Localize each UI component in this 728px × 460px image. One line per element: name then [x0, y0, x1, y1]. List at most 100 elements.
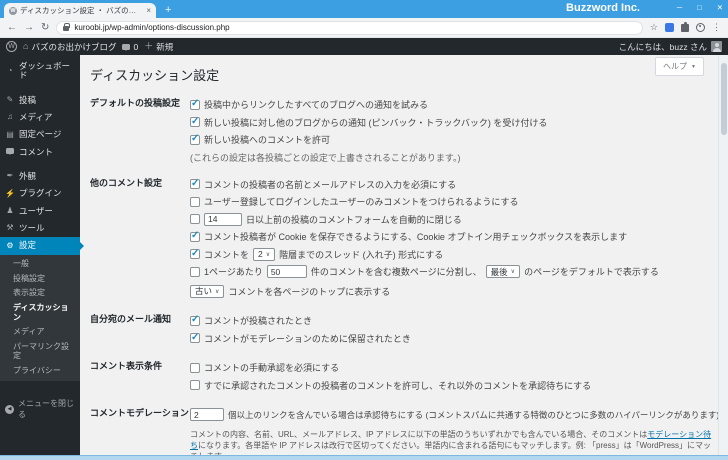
browser-tab[interactable]: W ディスカッション設定 ・ バズのお出かけ ×: [4, 3, 156, 18]
adminbar-account[interactable]: こんにちは、buzz さん: [619, 41, 722, 53]
collapse-menu-button[interactable]: ◀ メニューを閉じる: [0, 394, 80, 424]
admin-main: ◔ ダッシュボード ✎ 投稿 ♫ メディア ▤ 固定ページ コメント ✒ 外観 …: [0, 55, 728, 455]
sidebar-item-appearance[interactable]: ✒ 外観: [0, 168, 80, 185]
notify-linked-blogs-checkbox[interactable]: [190, 98, 200, 110]
url-text[interactable]: kuroobi.jp/wp-admin/options-discussion.p…: [74, 23, 229, 32]
scrollbar-thumb[interactable]: [720, 63, 727, 135]
tab-close-icon[interactable]: ×: [146, 6, 151, 15]
sidebar-item-dashboard[interactable]: ◔ ダッシュボード: [0, 58, 80, 85]
auto-close-comments-checkbox[interactable]: [190, 214, 200, 225]
extension-icon[interactable]: [665, 23, 674, 32]
desc-text: になります。各単語や IP アドレスは改行で区切ってください。単語内に含まれる語…: [190, 440, 712, 456]
settings-submenu: 一般 投稿設定 表示設定 ディスカッション メディア パーマリンク設定 プライバ…: [0, 254, 80, 382]
comments-per-page-input[interactable]: [266, 265, 307, 279]
sidebar-item-pages[interactable]: ▤ 固定ページ: [0, 126, 80, 143]
submenu-item-reading[interactable]: 表示設定: [0, 286, 80, 301]
threaded-comments-checkbox[interactable]: [190, 248, 200, 260]
checkbox-label[interactable]: コメントの投稿者の名前とメールアドレスの入力を必須にする: [204, 178, 456, 191]
setting-row: コメント投稿者が Cookie を保存できるようにする、Cookie オプトイン…: [190, 228, 710, 246]
site-name: バズのお出かけブログ: [31, 41, 117, 52]
checkbox-label[interactable]: 投稿中からリンクしたすべてのブログへの通知を試みる: [204, 98, 428, 111]
checkbox-label[interactable]: ユーザー登録してログインしたユーザーのみコメントをつけられるようにする: [204, 195, 518, 208]
row-text: 階層までのスレッド (入れ子) 形式にする: [279, 249, 444, 260]
section-label: コメントモデレーション: [90, 408, 189, 418]
adminbar-new-link[interactable]: ＋ 新規: [144, 41, 173, 53]
setting-row: すでに承認されたコメントの投稿者のコメントを許可し、それ以外のコメントを承認待ち…: [190, 377, 710, 395]
bookmark-star-icon[interactable]: ☆: [650, 22, 658, 33]
submenu-item-general[interactable]: 一般: [0, 257, 80, 272]
setting-row: 投稿中からリンクしたすべてのブログへの通知を試みる: [190, 96, 710, 114]
chevron-down-icon: ∨: [265, 251, 271, 258]
checkbox-label[interactable]: すでに承認されたコメントの投稿者のコメントを許可し、それ以外のコメントを承認待ち…: [204, 379, 591, 392]
section-rows: 個以上のリンクを含んでいる場合は承認待ちにする (コメントスパムに共通する特徴の…: [190, 406, 718, 455]
setting-row: コメントの投稿者の名前とメールアドレスの入力を必須にする: [190, 176, 710, 194]
maximize-button[interactable]: □: [697, 3, 702, 12]
submenu-item-discussion[interactable]: ディスカッション: [0, 301, 80, 325]
checkbox-label[interactable]: コメントの手動承認を必須にする: [204, 361, 339, 374]
wordpress-logo-icon[interactable]: W: [6, 41, 17, 52]
sidebar-item-plugins[interactable]: ⚡ プラグイン: [0, 185, 80, 202]
window-bottom-border: [0, 455, 728, 460]
email-on-comment-checkbox[interactable]: [190, 314, 200, 326]
checkbox-label[interactable]: コメントがモデレーションのために保留されたとき: [204, 332, 411, 345]
checkbox-label[interactable]: 日以上前の投稿のコメントフォームを自動的に閉じる: [246, 213, 462, 226]
page-scrollbar[interactable]: [718, 55, 728, 455]
checkbox-label[interactable]: コメントが投稿されたとき: [204, 314, 312, 327]
sidebar-item-settings[interactable]: ⚙ 設定: [0, 237, 84, 255]
close-comments-days-input[interactable]: [204, 212, 242, 226]
submenu-item-writing[interactable]: 投稿設定: [0, 271, 80, 286]
profile-icon[interactable]: [696, 23, 705, 32]
settings-content: ヘルプ ▼ ディスカッション設定 デフォルトの投稿設定 投稿中からリンクしたすべ…: [80, 55, 718, 455]
paginate-comments-checkbox[interactable]: [190, 266, 200, 277]
adminbar-comments-link[interactable]: 0: [122, 42, 138, 52]
sidebar-item-media[interactable]: ♫ メディア: [0, 109, 80, 126]
require-name-email-checkbox[interactable]: [190, 178, 200, 190]
sidebar-item-posts[interactable]: ✎ 投稿: [0, 92, 80, 109]
section-rows: 投稿中からリンクしたすべてのブログへの通知を試みる 新しい投稿に対し他のブログか…: [190, 96, 710, 164]
wordpress-favicon-icon: W: [9, 6, 17, 15]
posts-icon: ✎: [6, 94, 14, 104]
new-tab-button[interactable]: +: [165, 5, 171, 18]
sidebar-item-users[interactable]: ♟ ユーザー: [0, 203, 80, 220]
allow-comments-checkbox[interactable]: [190, 133, 200, 145]
avatar: [711, 41, 722, 52]
refresh-icon[interactable]: ↻: [41, 22, 49, 33]
email-on-moderation-checkbox[interactable]: [190, 332, 200, 344]
comment-bubble-icon: [122, 43, 131, 51]
extensions-puzzle-icon[interactable]: [681, 21, 689, 32]
submenu-item-privacy[interactable]: プライバシー: [0, 364, 80, 379]
help-button[interactable]: ヘルプ ▼: [655, 57, 704, 76]
menu-label: コメント: [19, 146, 54, 157]
checkbox-label[interactable]: 新しい投稿に対し他のブログからの通知 (ピンバック・トラックバック) を受け付け…: [204, 116, 547, 129]
checkbox-label[interactable]: 新しい投稿へのコメントを許可: [204, 133, 330, 146]
moderation-description: コメントの内容、名前、URL、メールアドレス、IP アドレスに以下の単語のうちい…: [190, 429, 712, 456]
section-rows: コメントの手動承認を必須にする すでに承認されたコメントの投稿者のコメントを許可…: [190, 359, 710, 394]
submenu-item-permalinks[interactable]: パーマリンク設定: [0, 339, 80, 363]
browser-menu-icon[interactable]: ⋮: [712, 22, 721, 33]
close-button[interactable]: ✕: [717, 3, 723, 12]
setting-row: ユーザー登録してログインしたユーザーのみコメントをつけられるようにする: [190, 193, 710, 211]
allow-pingbacks-checkbox[interactable]: [190, 116, 200, 128]
back-icon[interactable]: ←: [7, 22, 17, 33]
comment-count: 0: [133, 41, 139, 52]
menu-label: 固定ページ: [19, 129, 62, 140]
setting-row: 新しい投稿へのコメントを許可: [190, 131, 710, 149]
section-label: 自分宛のメール通知: [90, 314, 172, 324]
menu-label: ツール: [19, 223, 45, 234]
thread-depth-select[interactable]: 2 ∨: [253, 247, 276, 261]
forward-icon[interactable]: →: [24, 22, 34, 33]
comment-order-select[interactable]: 古い ∨: [190, 284, 225, 298]
submenu-item-media[interactable]: メディア: [0, 325, 80, 340]
cookie-optin-checkbox[interactable]: [190, 230, 200, 242]
sidebar-item-comments[interactable]: コメント: [0, 144, 80, 161]
adminbar-site-link[interactable]: ⌂ バズのお出かけブログ: [23, 41, 116, 53]
previously-approved-checkbox[interactable]: [190, 380, 200, 391]
address-bar[interactable]: kuroobi.jp/wp-admin/options-discussion.p…: [56, 20, 643, 35]
minimize-button[interactable]: ─: [677, 3, 682, 12]
manual-approval-checkbox[interactable]: [190, 362, 200, 373]
max-links-input[interactable]: [190, 408, 224, 422]
default-page-select[interactable]: 最後 ∨: [485, 265, 521, 279]
checkbox-label[interactable]: コメント投稿者が Cookie を保存できるようにする、Cookie オプトイン…: [204, 230, 627, 243]
registered-users-only-checkbox[interactable]: [190, 196, 200, 207]
sidebar-item-tools[interactable]: ⚒ ツール: [0, 220, 80, 237]
